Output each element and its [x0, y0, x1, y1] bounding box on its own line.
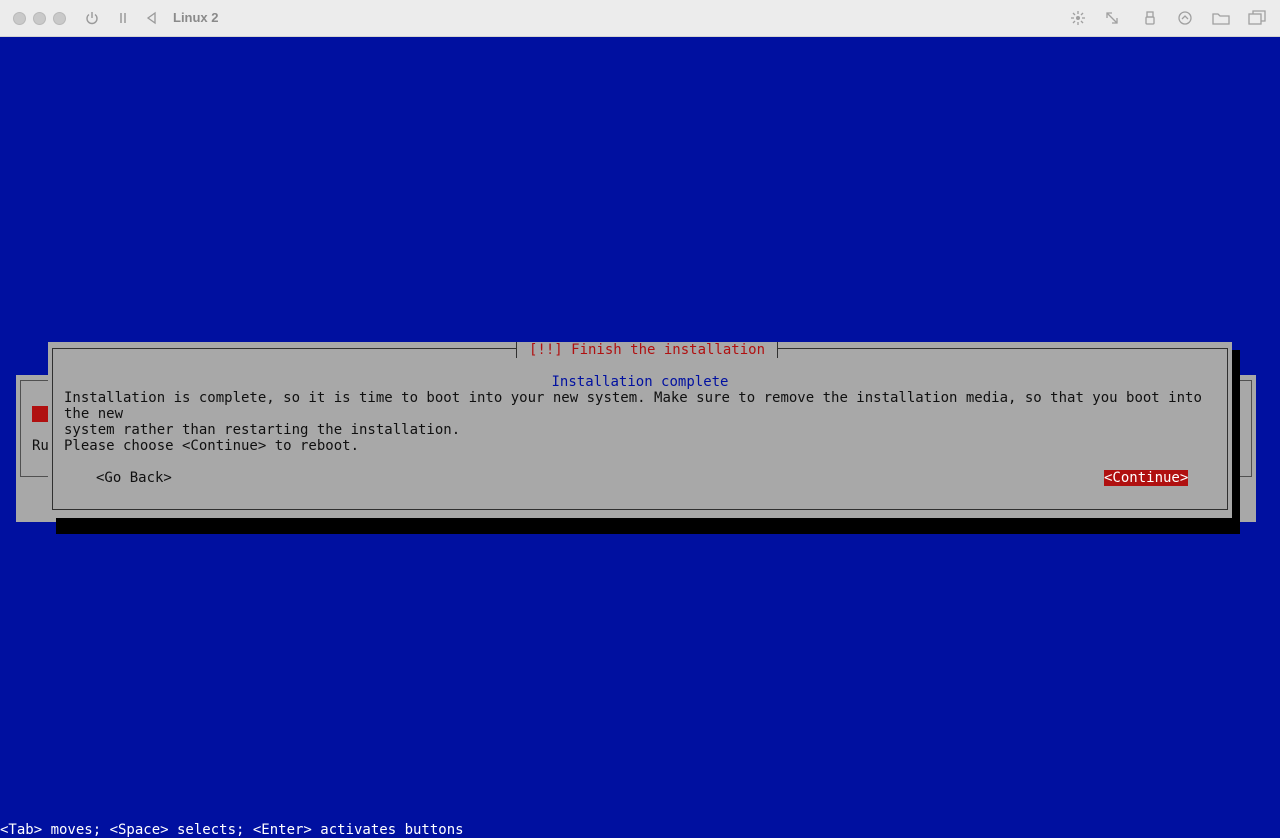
keyboard-help-line: <Tab> moves; <Space> selects; <Enter> ac…	[0, 822, 464, 838]
power-icon[interactable]	[83, 9, 101, 27]
finish-installation-dialog: [!!] Finish the installation Installatio…	[48, 342, 1232, 518]
shared-folder-icon[interactable]	[1212, 9, 1230, 27]
back-icon[interactable]	[143, 9, 161, 27]
window-title: Linux 2	[173, 10, 219, 25]
resize-icon[interactable]	[1103, 9, 1121, 27]
continue-button[interactable]: <Continue>	[1104, 470, 1189, 486]
dialog-title: [!!] Finish the installation	[516, 342, 779, 358]
pause-icon[interactable]	[114, 9, 132, 27]
minimize-window-button[interactable]	[33, 12, 46, 25]
dialog-message: Installation is complete, so it is time …	[64, 390, 1202, 438]
dialog-subtitle: Installation complete	[551, 374, 729, 390]
dialog-prompt: Please choose <Continue> to reboot.	[64, 438, 360, 454]
brightness-icon[interactable]	[1069, 9, 1087, 27]
background-dialog-text: Ru	[32, 438, 49, 454]
vm-screen[interactable]: Ru [!!] Finish the installation Installa…	[0, 37, 1280, 838]
network-icon[interactable]	[1176, 9, 1194, 27]
close-window-button[interactable]	[13, 12, 26, 25]
zoom-window-button[interactable]	[53, 12, 66, 25]
usb-icon[interactable]	[1141, 9, 1159, 27]
go-back-button[interactable]: <Go Back>	[96, 470, 172, 486]
vm-window-titlebar: Linux 2	[0, 0, 1280, 37]
progress-bar-fill	[32, 406, 48, 422]
window-icon[interactable]	[1248, 9, 1266, 27]
